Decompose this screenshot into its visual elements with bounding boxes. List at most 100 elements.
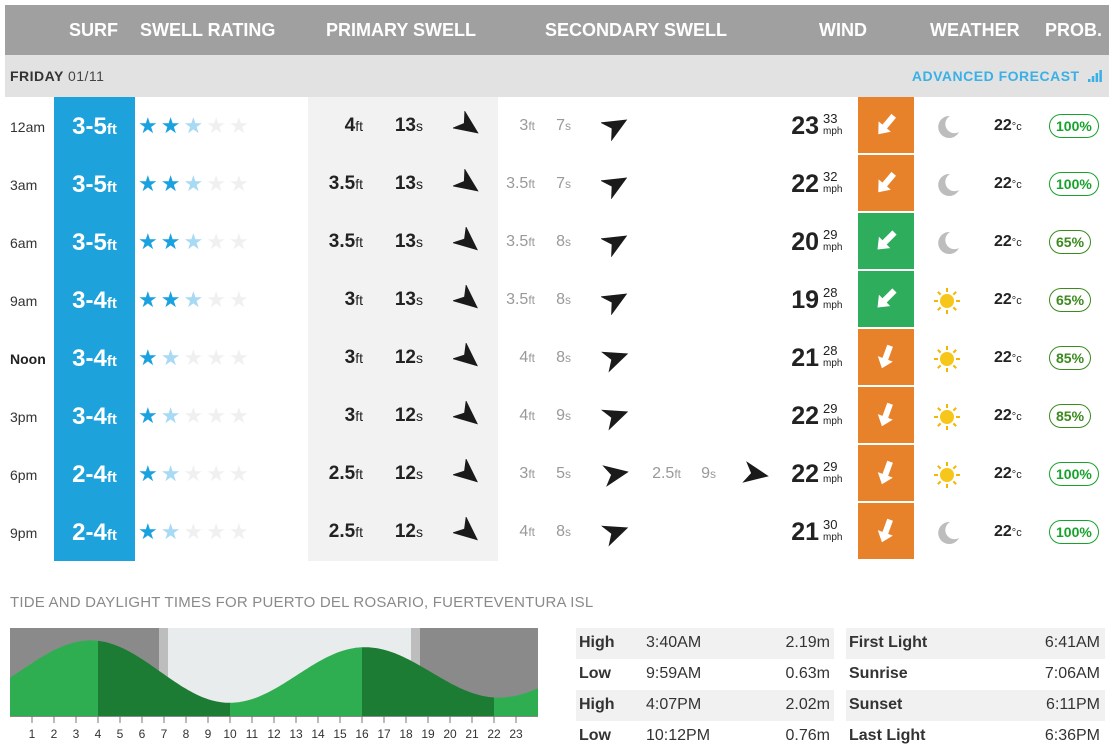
primary-swell-direction-icon	[453, 459, 478, 483]
tide-chart: 1 2 3 4 5 6 7 8 9 10 11 12 13 14 15 16 17 18 19 20 21 22 23	[10, 628, 538, 740]
wind-unit: mph	[823, 358, 843, 369]
day-name: FRIDAY	[10, 68, 64, 84]
tertiary-swell-direction-icon	[742, 461, 769, 483]
wind-direction-icon	[858, 329, 914, 385]
surf-height: 3-4ft	[72, 345, 117, 372]
hour-label: 20	[443, 727, 457, 740]
hour-label: 6	[139, 727, 146, 740]
moon-icon	[932, 170, 962, 200]
secondary-swell-height: 4ft	[519, 523, 535, 540]
primary-swell-height: 3.5ft	[328, 173, 363, 194]
wind-speed: 22	[791, 170, 819, 198]
swell-rating-stars: ★★★★★	[138, 229, 252, 254]
hour-label: 7	[161, 727, 168, 740]
primary-swell-direction-icon	[453, 285, 478, 309]
tide-height: 0.63m	[785, 665, 830, 682]
header-swell-rating: SWELL RATING	[140, 20, 276, 40]
wind-speed: 20	[791, 228, 819, 256]
sun-icon	[932, 286, 962, 316]
temperature: 22°c	[994, 117, 1022, 134]
forecast-row: 6am 3-5ft ★★★★★ 3.5ft 13s 3.5ft 8s 20 29 mph 22°c 6…	[5, 213, 1109, 271]
hour-label: 16	[355, 727, 369, 740]
row-time: 9pm	[10, 525, 38, 541]
probability-badge: 85%	[1049, 404, 1092, 428]
primary-swell-direction-icon	[453, 227, 478, 251]
wind-speed: 19	[791, 286, 819, 314]
primary-swell-period: 13s	[394, 173, 423, 194]
row-time: 3am	[10, 177, 38, 193]
surf-height: 3-4ft	[72, 287, 117, 314]
secondary-swell-height: 3.5ft	[506, 175, 535, 192]
primary-swell-direction-icon	[453, 169, 479, 192]
tide-time: 4:07PM	[646, 696, 702, 713]
wind-direction-icon	[858, 503, 914, 559]
header-primary-swell: PRIMARY SWELL	[326, 20, 477, 40]
primary-swell-period: 13s	[394, 289, 423, 310]
swell-rating-stars: ★★★★★	[138, 461, 252, 486]
wind-gust: 28	[823, 285, 838, 300]
hour-label: 23	[509, 727, 523, 740]
primary-swell-direction-icon	[453, 517, 478, 541]
moon-icon	[932, 228, 962, 258]
swell-rating-stars: ★★★★★	[138, 113, 252, 138]
tide-time: 3:40AM	[646, 634, 702, 651]
forecast-row: 9am 3-4ft ★★★★★ 3ft 13s 3.5ft 8s 19 28 mph 22°c 65%	[5, 271, 1109, 329]
secondary-swell-height: 3ft	[519, 117, 535, 134]
forecast-row: Noon 3-4ft ★★★★★ 3ft 12s 4ft 8s 21 28 mph 22°c 85%	[5, 329, 1109, 387]
probability-badge: 100%	[1049, 462, 1099, 486]
tide-hour-ticks: 1 2 3 4 5 6 7 8 9 10 11 12 13 14 15 16 17 18 19 20 21 22 23	[29, 716, 523, 740]
hour-label: 12	[267, 727, 281, 740]
tide-time: 10:12PM	[646, 727, 711, 744]
wind-speed: 23	[791, 112, 819, 140]
tide-title: TIDE AND DAYLIGHT TIMES FOR PUERTO DEL R…	[10, 594, 594, 611]
sun-icon	[932, 402, 962, 432]
tide-height: 0.76m	[785, 727, 830, 744]
surf-height: 3-5ft	[72, 113, 117, 140]
tide-row: Low 10:12PM 0.76m	[576, 721, 834, 752]
day-date: 01/11	[67, 68, 105, 84]
secondary-swell-direction-icon	[602, 465, 629, 487]
secondary-swell-height: 3.5ft	[506, 233, 535, 250]
hour-label: 21	[465, 727, 479, 740]
wind-direction-icon	[858, 387, 914, 443]
daylight-row: Sunset 6:11PM	[846, 690, 1105, 721]
daylight-times-table: First Light 6:41AM Sunrise 7:06AM Sunset 6:11…	[846, 628, 1105, 752]
surf-height: 2-4ft	[72, 461, 117, 488]
primary-swell-period: 12s	[394, 521, 423, 542]
wind-unit: mph	[823, 532, 843, 543]
secondary-swell-period: 8s	[556, 349, 571, 366]
secondary-swell-direction-icon	[601, 525, 629, 547]
secondary-swell-period: 8s	[556, 523, 571, 540]
primary-swell-height: 3ft	[344, 347, 363, 368]
wind-direction-icon	[858, 271, 914, 327]
wind-gust: 30	[823, 517, 838, 532]
primary-swell-direction-icon	[453, 401, 478, 425]
wind-unit: mph	[823, 474, 843, 485]
primary-swell-height: 3ft	[344, 289, 363, 310]
primary-swell-period: 12s	[394, 347, 423, 368]
daylight-label: Sunrise	[849, 665, 908, 682]
daylight-row: Sunrise 7:06AM	[846, 659, 1105, 690]
secondary-swell-period: 8s	[556, 233, 571, 250]
surf-height: 3-5ft	[72, 171, 117, 198]
secondary-swell-direction-icon	[601, 177, 628, 199]
daylight-label: Sunset	[849, 696, 903, 713]
hour-label: 15	[333, 727, 347, 740]
secondary-swell-period: 8s	[556, 291, 571, 308]
tide-type: High	[579, 696, 615, 713]
temperature: 22°c	[994, 465, 1022, 482]
primary-swell-height: 2.5ft	[328, 463, 363, 484]
tide-type: Low	[579, 727, 611, 744]
daylight-time: 6:36PM	[1044, 727, 1100, 744]
primary-swell-direction-icon	[453, 343, 478, 367]
wind-gust: 29	[823, 401, 838, 416]
secondary-swell-period: 7s	[556, 175, 571, 192]
forecast-row: 12am 3-5ft ★★★★★ 4ft 13s 3ft 7s 23 33 mph 22°c 100%	[5, 97, 1109, 155]
secondary-swell-direction-icon	[601, 351, 629, 373]
hour-label: 22	[487, 727, 501, 740]
hour-label: 8	[183, 727, 190, 740]
primary-swell-period: 13s	[394, 231, 423, 252]
advanced-forecast-link[interactable]: ADVANCED FORECAST	[912, 68, 1102, 84]
tide-times-table: High 3:40AM 2.19m Low 9:59AM 0.63m High 4:07PM 2…	[576, 628, 834, 752]
daylight-time: 6:41AM	[1044, 634, 1100, 651]
